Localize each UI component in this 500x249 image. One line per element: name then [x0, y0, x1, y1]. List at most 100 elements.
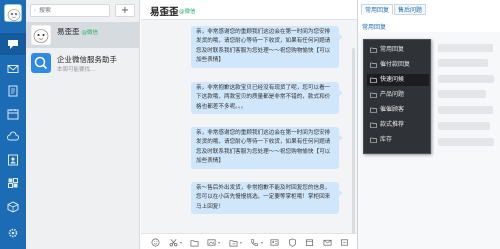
nav-settings[interactable]: [0, 222, 26, 244]
conversation-item-yiwaiwai[interactable]: 易歪歪 @微信: [26, 22, 139, 48]
menu-item-label: 快速问候: [380, 76, 405, 83]
call-button[interactable]: ▾: [249, 237, 263, 247]
wechat-tag: @微信: [81, 30, 99, 36]
menu-item-label: 催付款回复: [380, 61, 411, 68]
search-icon: [34, 9, 36, 12]
message-bubble[interactable]: 亲～售后外出发货，非常抱歉不能及时回复您的信息，您可以在小店先慢慢挑选，一定要等…: [191, 182, 343, 215]
folder-icon: [370, 137, 377, 143]
contact-card-icon: [270, 238, 278, 246]
emoji-button[interactable]: [150, 237, 160, 247]
folder-icon: [370, 107, 377, 113]
chat-scrollbar[interactable]: [352, 48, 355, 248]
blurred-reply: [438, 106, 493, 114]
menu-item-label: 催催顾客: [380, 106, 405, 113]
scissors-icon: [169, 238, 177, 246]
schedule-icon: [305, 238, 313, 246]
folder-icon: [190, 239, 198, 246]
menu-item-label: 款式推荐: [380, 121, 405, 128]
mail-icon: [7, 65, 19, 73]
add-button[interactable]: +: [115, 4, 135, 17]
mail-icon: [323, 239, 331, 246]
contact-name: 企业微信服务助手: [57, 55, 117, 64]
menu-item[interactable]: 催催顾客: [367, 104, 429, 116]
nav-calendar[interactable]: [0, 103, 26, 125]
contact-name-text: 易歪歪: [57, 27, 80, 36]
blurred-reply: [438, 75, 494, 83]
conversation-list: + 易歪歪@微信 企业微信服务助手 本周可能要找...: [26, 0, 140, 249]
menu-item-label: 库存: [380, 136, 393, 143]
folder-share-button[interactable]: ▾: [228, 237, 242, 247]
phone-icon: [250, 238, 258, 246]
chat-window: 易歪歪 @微信 亲，非常感谢您的重顾我们这边会在第一时间为您安排发货的哦，请您耐…: [141, 0, 357, 249]
grid-icon: [8, 178, 18, 188]
menu-item[interactable]: 款式推荐: [367, 119, 429, 131]
left-nav: [0, 0, 26, 249]
tab-after-sales[interactable]: 售后问题: [394, 4, 427, 15]
nav-workbench[interactable]: [0, 172, 26, 194]
emoji-icon: [151, 238, 159, 246]
nav-messages[interactable]: [0, 33, 26, 55]
menu-item-label: 产品问题: [380, 91, 405, 98]
shield-button[interactable]: [287, 237, 297, 247]
screenshot-button[interactable]: ▾: [168, 237, 182, 247]
schedule-button[interactable]: [304, 237, 314, 247]
image-button[interactable]: ▾: [206, 237, 220, 247]
menu-item-label: 常用回复: [380, 46, 405, 53]
user-avatar[interactable]: [4, 4, 22, 22]
message-list[interactable]: 亲，非常感谢您的重顾我们这边会在第一时间为您安排发货的哦，请您耐心等待一下收货，…: [141, 20, 357, 248]
search-box[interactable]: [30, 4, 110, 17]
folder-share-icon: [229, 239, 237, 246]
message-bubble[interactable]: 亲，非常抱歉这款宝贝已经没有现货了呢，您可以看一下这款哦，两款宝贝的质量都是非常…: [191, 82, 343, 115]
menu-item[interactable]: 库存: [367, 134, 429, 146]
service-assistant-avatar: [31, 53, 51, 73]
chat-bubble-icon: [8, 40, 18, 49]
folder-icon: [370, 62, 377, 68]
contact-card-button[interactable]: [269, 237, 279, 247]
menu-item[interactable]: 产品问题: [367, 89, 429, 101]
blurred-reply: [438, 59, 488, 67]
menu-item[interactable]: 常用回复: [367, 44, 429, 56]
blurred-reply: [438, 122, 490, 130]
blurred-reply: [438, 44, 493, 52]
chat-title: 易歪歪: [150, 7, 179, 18]
menu-item-highlighted[interactable]: 快速问候: [367, 74, 429, 86]
contacts-icon: [8, 154, 18, 166]
more-icon: [340, 238, 348, 246]
file-button[interactable]: [189, 237, 199, 247]
chat-wechat-tag: @微信: [179, 9, 196, 15]
calendar-icon: [7, 109, 19, 120]
reply-category-menu: 常用回复 催付款回复 快速问候 产品问题 催催顾客 款式推荐 库存: [363, 39, 431, 154]
quick-reply-section-title: 常用回复: [362, 24, 387, 31]
contact-name: 易歪歪 @微信: [57, 26, 98, 37]
blurred-reply: [438, 138, 494, 146]
quick-reply-tabs: 常用回复 售后问题: [358, 4, 500, 16]
document-icon: [8, 85, 18, 97]
folder-icon: [370, 122, 377, 128]
nav-disk[interactable]: [0, 126, 26, 148]
message-bubble[interactable]: 亲，非常感谢您的重顾我们这边会在第一时间为您安排发货的哦，请您耐心等待一下收货，…: [191, 127, 343, 169]
contact-last-message: 本周可能要找...: [57, 67, 96, 73]
nav-mail[interactable]: [0, 58, 26, 80]
mail-button[interactable]: [322, 237, 332, 247]
chat-header: 易歪歪 @微信: [141, 0, 357, 20]
menu-item[interactable]: 催付款回复: [367, 59, 429, 71]
folder-icon: [370, 47, 377, 53]
tab-common-replies[interactable]: 常用回复: [361, 4, 394, 15]
folder-icon: [370, 77, 377, 83]
image-icon: [207, 238, 215, 246]
search-input[interactable]: [39, 7, 109, 14]
input-toolbar: ▾ ▾ ▾ ▾: [141, 233, 357, 249]
blurred-reply: [438, 90, 486, 98]
shield-icon: [288, 238, 296, 247]
cloud-icon: [7, 131, 19, 141]
nav-contacts[interactable]: [0, 149, 26, 171]
cube-icon: [7, 201, 19, 213]
nav-docs[interactable]: [0, 80, 26, 102]
nav-cube[interactable]: [0, 196, 26, 218]
folder-icon: [370, 92, 377, 98]
message-bubble[interactable]: 亲，非常感谢您的重顾我们这边会在第一时间为您安排发货的哦，请您耐心等待一下收货，…: [191, 26, 343, 68]
conversation-item-service-assistant[interactable]: 企业微信服务助手 本周可能要找...: [26, 50, 139, 76]
contact-avatar: [31, 25, 51, 45]
more-button[interactable]: [339, 237, 349, 247]
gear-icon: [8, 228, 18, 238]
